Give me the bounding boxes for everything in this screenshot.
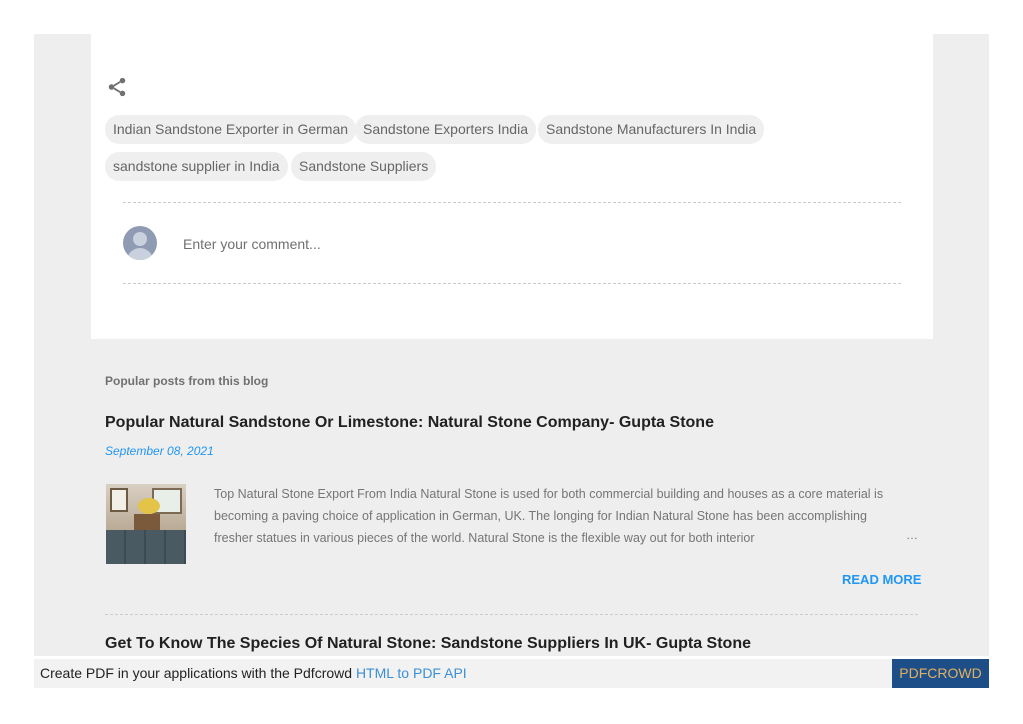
post-title[interactable]: Popular Natural Sandstone Or Limestone: …: [105, 414, 714, 432]
post-title[interactable]: Get To Know The Species Of Natural Stone…: [105, 635, 751, 653]
post-footer-card: Indian Sandstone Exporter in German Sand…: [91, 34, 933, 339]
label-chip[interactable]: Sandstone Manufacturers In India: [538, 115, 765, 144]
post-date[interactable]: September 08, 2021: [105, 444, 214, 458]
comment-box: [123, 202, 901, 284]
read-more-link[interactable]: READ MORE: [842, 572, 921, 587]
thumbnail-floor: [106, 530, 186, 564]
pdfcrowd-button[interactable]: PDFCROWD: [892, 659, 989, 688]
comment-input[interactable]: [183, 233, 783, 255]
pdfcrowd-footer: Create PDF in your applications with the…: [34, 659, 989, 688]
popular-posts-heading: Popular posts from this blog: [105, 374, 269, 388]
thumbnail-door: [110, 488, 128, 512]
thumbnail-table: [134, 514, 160, 530]
avatar-head: [133, 232, 147, 246]
thumbnail-plant: [138, 498, 160, 514]
snippet-ellipsis[interactable]: …: [906, 528, 918, 542]
post-divider: [105, 614, 918, 615]
label-chip[interactable]: Indian Sandstone Exporter in German: [105, 115, 357, 144]
label-chip[interactable]: sandstone supplier in India: [105, 152, 288, 181]
share-icon[interactable]: [106, 76, 128, 98]
html-to-pdf-link[interactable]: HTML to PDF API: [356, 665, 467, 681]
post-thumbnail[interactable]: [106, 484, 186, 564]
avatar-body: [127, 248, 153, 260]
footer-text: Create PDF in your applications with the…: [40, 665, 467, 681]
footer-text-label: Create PDF in your applications with the…: [40, 665, 356, 681]
label-chip[interactable]: Sandstone Exporters India: [355, 115, 536, 144]
post-snippet: Top Natural Stone Export From India Natu…: [214, 487, 884, 545]
page-background: Indian Sandstone Exporter in German Sand…: [34, 34, 989, 656]
label-chip[interactable]: Sandstone Suppliers: [291, 152, 437, 181]
avatar: [123, 226, 157, 260]
